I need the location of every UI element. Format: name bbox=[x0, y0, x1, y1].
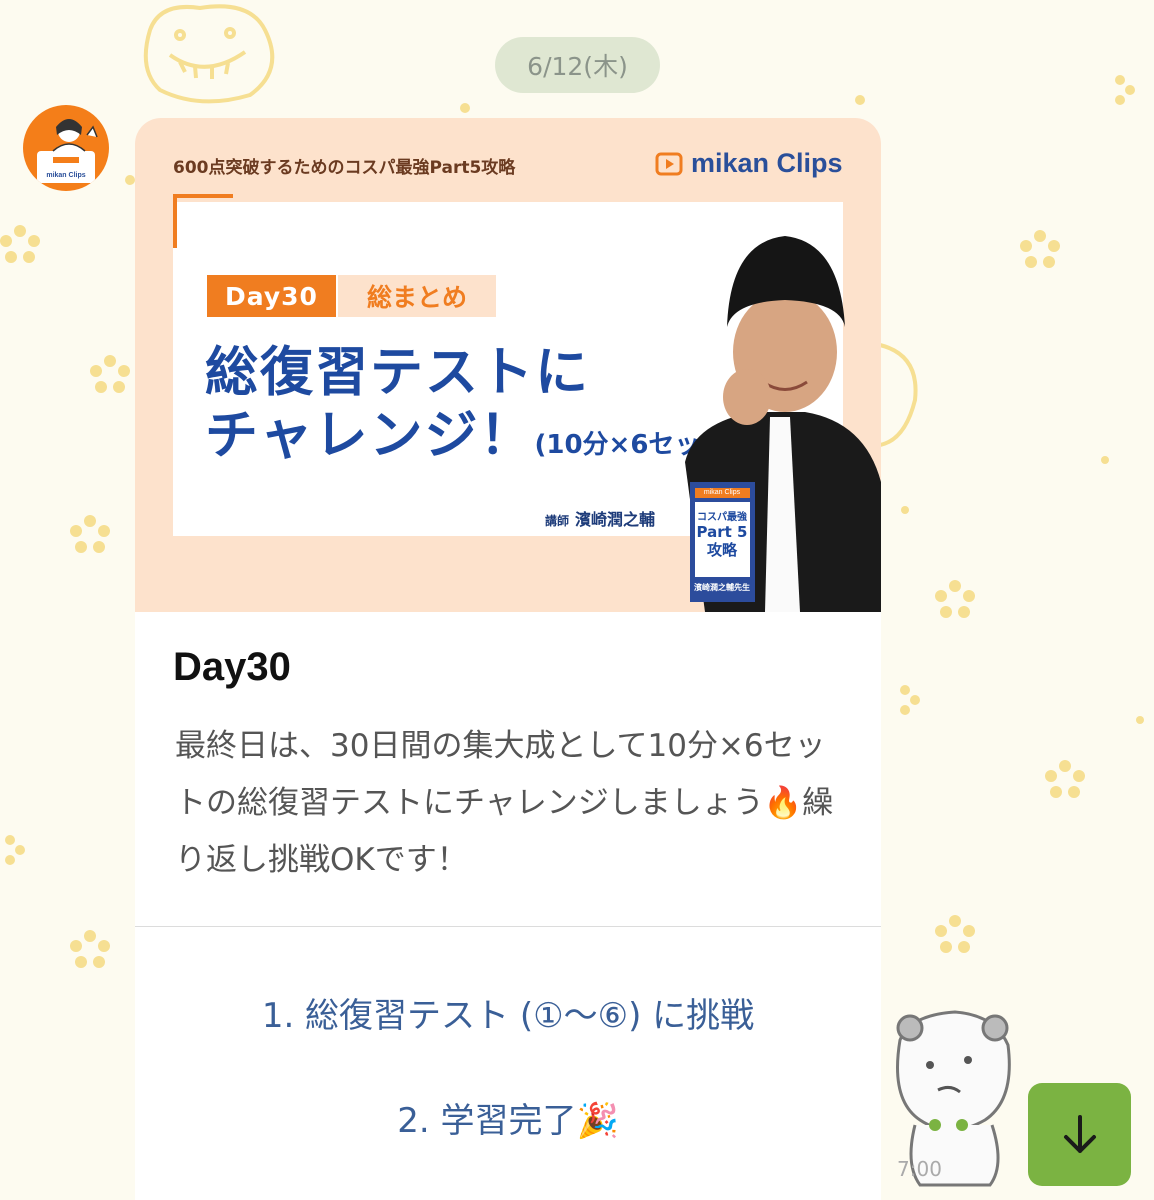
avatar[interactable]: mikan Clips bbox=[23, 105, 109, 191]
lecturer-prefix: 講師 bbox=[545, 514, 570, 528]
date-separator: 6/12(木) bbox=[495, 37, 660, 93]
scroll-to-bottom-button[interactable] bbox=[1028, 1083, 1131, 1186]
arrow-down-icon bbox=[1063, 1114, 1096, 1153]
card-description: 最終日は、30日間の集大成として10分×6セットの総復習テストにチャレンジしまし… bbox=[175, 728, 834, 878]
summary-badge: 総まとめ bbox=[338, 275, 496, 317]
headline-line2-main: チャレンジ！ bbox=[205, 405, 535, 466]
day-badge: Day30 bbox=[207, 275, 336, 317]
lecturer-name: 濱崎潤之輔 bbox=[575, 510, 656, 529]
date-label: 6/12(木) bbox=[527, 52, 628, 81]
logo-text: mikan Clips bbox=[691, 148, 843, 178]
avatar-illustration: mikan Clips bbox=[37, 119, 98, 183]
avatar-brand: mikan Clips bbox=[46, 172, 85, 179]
headline-sub: (10分×6セット) bbox=[534, 430, 739, 460]
headline-line2: チャレンジ！(10分×6セット) bbox=[205, 393, 738, 469]
card-divider bbox=[135, 926, 881, 927]
banner-top-text: 600点突破するためのコスパ最強Part5攻略 bbox=[173, 158, 516, 178]
mikan-clips-logo: mikan Clips bbox=[655, 148, 843, 179]
banner-image[interactable]: 600点突破するためのコスパ最強Part5攻略 mikan Clips Day3… bbox=[135, 118, 881, 612]
play-logo-icon bbox=[655, 152, 683, 175]
lecturer-credit: 講師 濱崎潤之輔 bbox=[545, 506, 655, 530]
book-author: 濱崎潤之輔先生 bbox=[694, 582, 750, 592]
book-line3: 攻略 bbox=[707, 541, 738, 559]
card-title: Day30 bbox=[173, 645, 291, 689]
message-card: 600点突破するためのコスパ最強Part5攻略 mikan Clips Day3… bbox=[135, 118, 881, 1200]
action-review-test-link[interactable]: 1. 総復習テスト (①～⑥) に挑戦 bbox=[135, 988, 881, 1037]
message-time: 7:00 bbox=[897, 1157, 942, 1181]
action-complete-link[interactable]: 2. 学習完了🎉 bbox=[135, 1093, 881, 1142]
